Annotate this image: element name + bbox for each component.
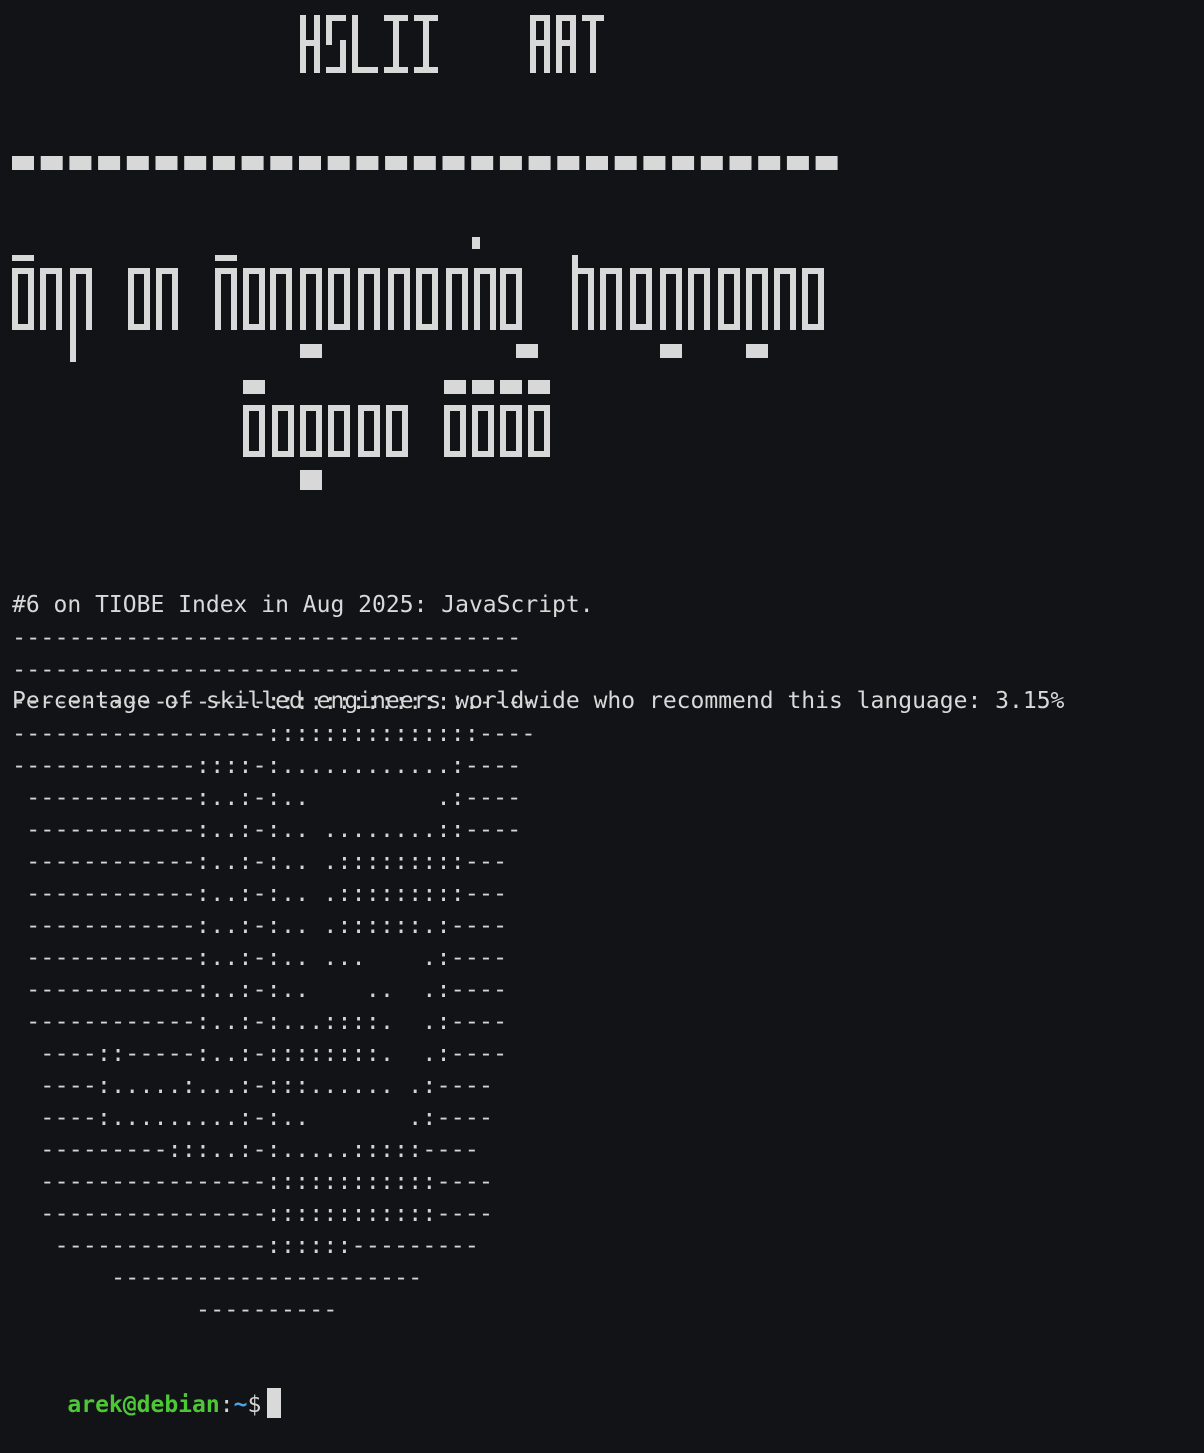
ascii-art-line: ---------------::::::---------: [12, 1231, 479, 1259]
prompt-separator: :: [219, 1392, 234, 1418]
ascii-art-line: -------------::::-:............:----: [12, 751, 522, 779]
ascii-art-line: ------------------------------------: [12, 655, 522, 683]
ascii-art-line: ----:.........:-:.. .:----: [12, 1103, 494, 1131]
text-cursor[interactable]: [267, 1388, 282, 1418]
ascii-art-line: ------------------------------------: [12, 623, 522, 651]
prompt-user-host: arek@debian: [67, 1392, 220, 1418]
ascii-art-line: ------------------:::::::::::::::----: [12, 687, 536, 715]
ascii-art-line: ----------: [12, 1295, 338, 1323]
ascii-art-line: ----::-----:..:-::::::::. .:----: [12, 1039, 508, 1067]
ascii-art-line: ------------:..:-:.. .:::::::::---: [12, 847, 508, 875]
banner-separator: [12, 156, 838, 170]
ascii-art-line: ------------------:::::::::::::::----: [12, 719, 536, 747]
ascii-art-line: ---------:::..:-:.....:::::----: [12, 1135, 479, 1163]
ascii-art-line: ------------:..:-:.. ........::----: [12, 815, 522, 843]
prompt-dollar: $: [247, 1392, 262, 1418]
ascii-art-line: ------------:..:-:.. .::::::.:----: [12, 911, 508, 939]
tiobe-rank-line: #6 on TIOBE Index in Aug 2025: JavaScrip…: [12, 592, 594, 618]
ascii-art-line: ----------------------: [12, 1263, 423, 1291]
ascii-art-line: ------------:..:-:.. .:----: [12, 783, 522, 811]
ascii-art-line: ----:.....:...:-:::...... .:----: [12, 1071, 494, 1099]
terminal-window[interactable]: #6 on TIOBE Index in Aug 2025: JavaScrip…: [0, 0, 1204, 1418]
ascii-art-line: ----------------::::::::::::----: [12, 1199, 494, 1227]
prompt-path: ~: [233, 1392, 248, 1418]
javascript-ascii-logo: ------------------------------------ ----…: [12, 621, 535, 1325]
ascii-art-line: ------------:..:-:.. .:::::::::---: [12, 879, 508, 907]
banner-art: [0, 0, 1204, 500]
banner-line2: [12, 237, 824, 362]
banner-line1: [300, 15, 604, 73]
ascii-art-line: ------------:..:-:.. ... .:----: [12, 943, 508, 971]
ascii-art-line: ----------------::::::::::::----: [12, 1167, 494, 1195]
ascii-art-line: ------------:..:-:...::::. .:----: [12, 1007, 508, 1035]
ascii-art-line: ------------:..:-:.. .. .:----: [12, 975, 508, 1003]
banner-line3: [243, 380, 550, 490]
banner-svg: [12, 15, 838, 490]
shell-prompt[interactable]: arek@debian:~$: [12, 1356, 282, 1453]
